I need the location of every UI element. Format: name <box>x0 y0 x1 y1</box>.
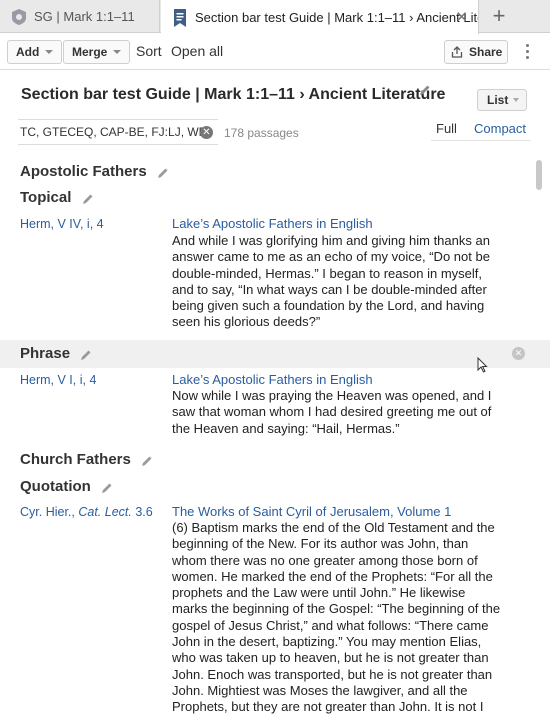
chevron-down-icon <box>113 50 122 54</box>
close-icon[interactable]: ✕ <box>455 8 468 26</box>
edit-pencil-icon[interactable] <box>82 192 94 205</box>
section-heading: Church Fathers <box>20 451 153 468</box>
page-title: Section bar test Guide | Mark 1:1–11 › A… <box>21 86 446 103</box>
ref-suffix: 3.6 <box>131 505 153 519</box>
chevron-down-icon <box>45 50 54 54</box>
view-mode-dropdown[interactable]: List <box>477 89 527 111</box>
add-label: Add <box>16 45 40 59</box>
ref-work-title: Cat. Lect. <box>78 505 132 519</box>
sort-button[interactable]: Sort <box>136 43 162 59</box>
edit-pencil-icon[interactable] <box>101 481 113 494</box>
chevron-down-icon <box>513 98 520 102</box>
full-view-button[interactable]: Full <box>436 121 457 136</box>
passage-reference-link[interactable]: Cyr. Hier., Cat. Lect. 3.6 <box>20 505 153 519</box>
section-title: Apostolic Fathers <box>20 163 147 180</box>
merge-button[interactable]: Merge <box>63 40 131 64</box>
share-button[interactable]: Share <box>444 40 508 64</box>
divider <box>431 140 531 141</box>
subsection-heading: Quotation <box>20 478 113 495</box>
subsection-title: Phrase <box>20 345 71 362</box>
passage-reference-link[interactable]: Herm, V IV, i, 4 <box>20 217 104 231</box>
mouse-cursor-icon <box>477 356 488 376</box>
ref-prefix: Cyr. Hier., <box>20 505 79 519</box>
section-heading: Apostolic Fathers <box>20 163 169 180</box>
subsection-heading: Phrase <box>20 345 92 362</box>
view-mode-label: List <box>487 93 509 107</box>
tab-strip: SG | Mark 1:1–11 Section bar test Guide … <box>0 0 550 34</box>
tab-label: Section bar test Guide | Mark 1:1–11 › A… <box>195 9 478 25</box>
edit-pencil-icon[interactable] <box>80 348 92 361</box>
remove-section-icon[interactable]: ✕ <box>512 347 525 360</box>
subsection-title: Topical <box>20 189 72 206</box>
passage-count: 178 passages <box>224 126 299 140</box>
edit-pencil-icon[interactable] <box>141 454 153 467</box>
resource-filter-field[interactable]: TC, GTECEQ, CAP-BE, FJ:LJ, WP <box>18 119 218 145</box>
open-all-button[interactable]: Open all <box>171 43 223 59</box>
add-button[interactable]: Add <box>7 40 63 64</box>
passage-reference-link[interactable]: Herm, V I, i, 4 <box>20 373 96 387</box>
share-label: Share <box>469 45 503 59</box>
tab-label: SG | Mark 1:1–11 <box>34 9 135 24</box>
passage-text: (6) Baptism marks the end of the Old Tes… <box>172 520 501 715</box>
scrollbar[interactable] <box>536 160 542 190</box>
tab-section-bar-guide[interactable]: Section bar test Guide | Mark 1:1–11 › A… <box>161 0 479 34</box>
merge-label: Merge <box>72 45 108 59</box>
passage-text: Now while I was praying the Heaven was o… <box>172 388 492 436</box>
passage-text: And while I was glorifying him and givin… <box>172 233 490 330</box>
compact-view-button[interactable]: Compact <box>474 121 526 136</box>
resource-title-link[interactable]: Lake’s Apostolic Fathers in English <box>172 216 373 231</box>
subsection-heading: Topical <box>20 189 94 206</box>
more-options-icon[interactable] <box>520 42 534 62</box>
tab-sg-mark[interactable]: SG | Mark 1:1–11 <box>0 0 160 33</box>
clear-filter-icon[interactable]: ✕ <box>200 126 213 139</box>
subsection-title: Quotation <box>20 478 91 495</box>
filter-value: TC, GTECEQ, CAP-BE, FJ:LJ, WP <box>20 125 207 139</box>
bookmark-doc-icon <box>173 9 187 27</box>
share-icon <box>451 46 463 58</box>
guide-shield-icon <box>12 8 26 25</box>
resource-title-link[interactable]: Lake’s Apostolic Fathers in English <box>172 372 373 387</box>
toolbar: Add Merge Sort Open all Share <box>0 34 550 70</box>
section-title: Church Fathers <box>20 451 131 468</box>
resource-title-link[interactable]: The Works of Saint Cyril of Jerusalem, V… <box>172 504 451 519</box>
add-tab-icon[interactable]: + <box>487 4 511 28</box>
edit-pencil-icon[interactable] <box>419 84 431 96</box>
edit-pencil-icon[interactable] <box>157 166 169 179</box>
